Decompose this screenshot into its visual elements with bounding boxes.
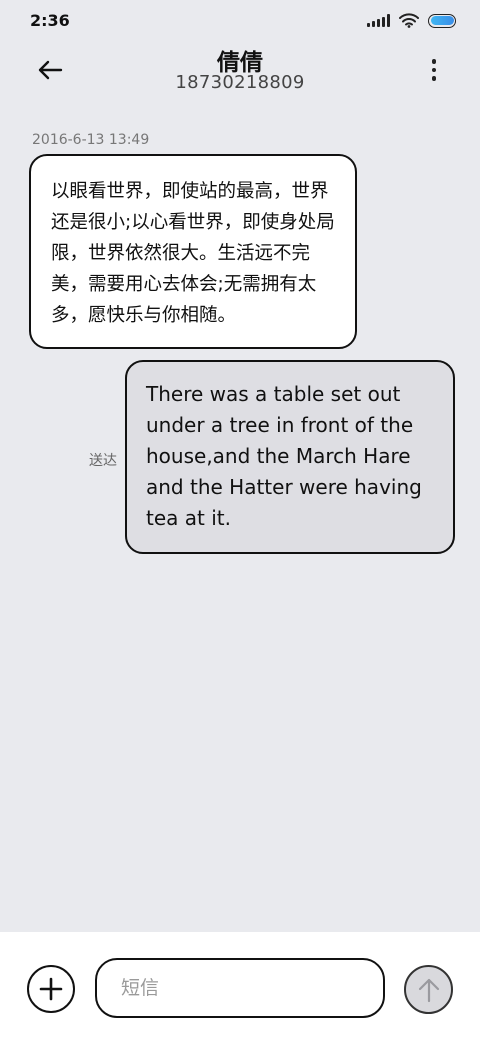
battery-level [430,16,454,25]
message-input[interactable] [95,958,385,1018]
delivery-status: 送达 [89,453,117,469]
more-vertical-icon [431,59,437,64]
compose-bar [0,932,480,1040]
sms-conversation-screen: 2:36 倩倩 18730218809 2016-6-13 13:49 以眼看世… [0,0,480,1040]
add-attachment-button[interactable] [27,965,75,1013]
arrow-up-icon [418,978,439,1002]
status-time: 2:36 [30,11,70,30]
status-bar: 2:36 [0,0,480,40]
contact-phone-number: 18730218809 [175,72,305,93]
send-button[interactable] [404,965,453,1014]
signal-icon [367,14,390,27]
outgoing-message-bubble[interactable]: There was a table set out under a tree i… [125,360,455,554]
plus-icon [39,977,63,1001]
more-options-button[interactable] [422,54,446,86]
battery-icon [428,13,456,28]
wifi-icon [399,13,419,28]
incoming-message-bubble[interactable]: 以眼看世界，即使站的最高，世界还是很小;以心看世界，即使身处局限，世界依然很大。… [29,154,357,349]
status-icons [367,13,456,28]
message-timestamp: 2016-6-13 13:49 [32,132,150,148]
conversation-header: 倩倩 18730218809 [0,40,480,100]
